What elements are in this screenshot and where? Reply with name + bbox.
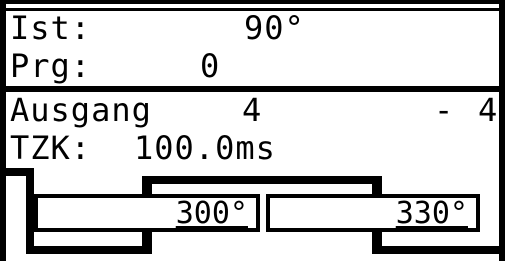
ist-label: Ist: <box>10 9 92 47</box>
output-label: Ausgang <box>10 91 152 129</box>
output-to: 4 <box>478 91 499 129</box>
cam-off-angle-value: 330° <box>395 196 468 231</box>
ist-value: 90° <box>244 9 305 47</box>
prg-value: 0 <box>200 47 221 85</box>
cam-on-angle-field[interactable]: 300° <box>34 194 260 232</box>
waveform-high <box>142 176 382 184</box>
waveform-rise-left <box>26 168 34 254</box>
plc-lcd-screen: Ist: 90° Prg: 0 Ausgang 4 - 4 TZK: 100.0… <box>0 0 505 261</box>
prg-label: Prg: <box>10 47 92 85</box>
tzk-value: 100.0ms <box>134 129 276 167</box>
frame-top <box>0 0 505 4</box>
waveform-base-left <box>26 246 152 254</box>
frame-left <box>0 0 6 261</box>
output-separator: - <box>434 91 455 129</box>
cam-on-angle-value: 300° <box>175 196 248 231</box>
output-from: 4 <box>242 91 263 129</box>
tzk-label: TZK: <box>10 129 92 167</box>
waveform-base-right <box>372 246 499 254</box>
cam-off-angle-field[interactable]: 330° <box>266 194 480 232</box>
frame-right <box>499 0 505 261</box>
